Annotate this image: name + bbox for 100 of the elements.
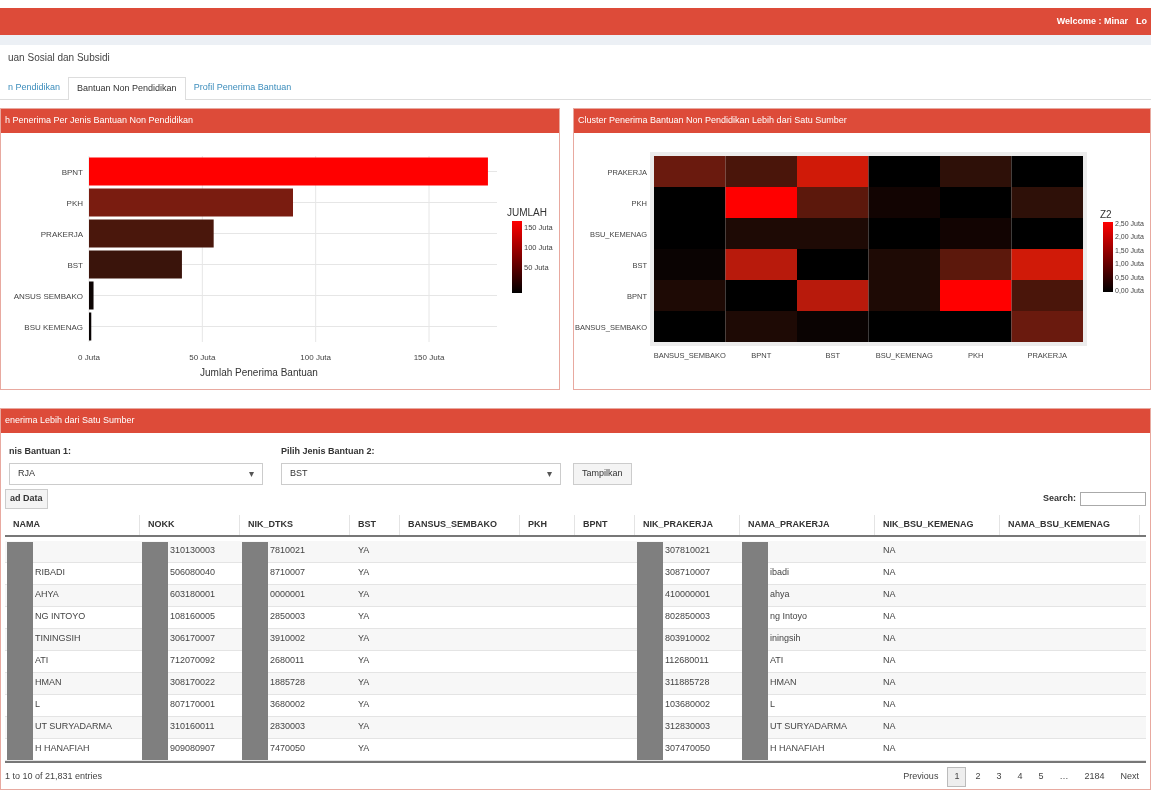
table-cell: 712070092: [170, 654, 216, 668]
column-header[interactable]: BPNT: [575, 514, 635, 535]
legend-color-bar: [512, 221, 522, 293]
table-cell: UT SURYADARMA: [770, 720, 847, 734]
table-cell: NG INTOYO: [35, 610, 86, 624]
table-cell: YA: [358, 566, 370, 580]
search-field[interactable]: [1080, 491, 1146, 506]
column-header[interactable]: NOKK: [140, 514, 240, 535]
pagination-button[interactable]: 1: [947, 766, 967, 787]
table-cell: UT SURYADARMA: [35, 720, 112, 734]
field-label: Pilih Jenis Bantuan 2:: [281, 445, 376, 458]
table-cell: NA: [883, 698, 896, 712]
table-cell: HMAN: [35, 676, 62, 690]
legend-title: Z2: [1100, 209, 1112, 220]
column-header[interactable]: NIK_PRAKERJA: [635, 514, 740, 535]
table-cell: NA: [883, 566, 896, 580]
tab[interactable]: Profil Penerima Bantuan: [185, 76, 300, 99]
field-label: nis Bantuan 1:: [9, 445, 72, 458]
pagination-button[interactable]: 5: [1031, 766, 1051, 787]
download-button[interactable]: ad Data: [5, 488, 48, 509]
pagination-button[interactable]: 3: [989, 766, 1009, 787]
table-cell: 308170022: [170, 676, 216, 690]
table-cell: 307470050: [665, 742, 711, 756]
table-cell: 108160005: [170, 610, 216, 624]
column-header[interactable]: NIK_BSU_KEMENAG: [875, 514, 1000, 535]
column-header[interactable]: BST: [350, 514, 400, 535]
table-cell: H HANAFIAH: [35, 742, 90, 756]
table-cell: 312830003: [665, 720, 711, 734]
tab[interactable]: Bantuan Non Pendidikan: [68, 77, 186, 100]
search-label: Search:: [1042, 491, 1076, 505]
table-cell: YA: [358, 742, 370, 756]
column-header[interactable]: NAMA_BSU_KEMENAG: [1000, 514, 1140, 535]
table-cell: YA: [358, 610, 370, 624]
y-axis-label: BSU KEMENAG: [24, 322, 83, 332]
table-cell: YA: [358, 632, 370, 646]
table-cell: H HANAFIAH: [770, 742, 825, 756]
table-cell: YA: [358, 698, 370, 712]
table-cell: 7810021: [270, 544, 306, 558]
pagination-button[interactable]: …: [1052, 766, 1076, 787]
table-cell: YA: [358, 720, 370, 734]
table-cell: iningsih: [770, 632, 801, 646]
table-cell: 410000001: [665, 588, 711, 602]
table-cell: YA: [358, 588, 370, 602]
y-axis-label: BST: [67, 260, 83, 270]
select-field[interactable]: RJA ▾: [9, 462, 263, 485]
table-cell: NA: [883, 632, 896, 646]
table-cell: 3680002: [270, 698, 306, 712]
x-tick-label: 100 Juta: [300, 353, 331, 362]
table-cell: 807170001: [170, 698, 216, 712]
table-cell: 0000001: [270, 588, 306, 602]
table-cell: NA: [883, 588, 896, 602]
table-cell: 803910002: [665, 632, 711, 646]
table-info: 1 to 10 of 21,831 entries: [5, 769, 103, 783]
logout-link[interactable]: Lo: [1136, 14, 1147, 29]
table-cell: NA: [883, 610, 896, 624]
table-cell: 603180001: [170, 588, 216, 602]
column-header[interactable]: NIK_DTKS: [240, 514, 350, 535]
x-tick-label: 0 Juta: [78, 353, 100, 362]
column-header[interactable]: NAMA: [5, 514, 140, 535]
pagination-button[interactable]: 4: [1010, 766, 1030, 787]
column-header[interactable]: BANSUS_SEMBAKO: [400, 514, 520, 535]
table-cell: RIBADI: [35, 566, 65, 580]
y-axis-label: ANSUS SEMBAKO: [13, 291, 83, 301]
table-cell: 3910002: [270, 632, 306, 646]
column-header[interactable]: PKH: [520, 514, 575, 535]
table-cell: 310130003: [170, 544, 216, 558]
pagination-button[interactable]: Previous: [896, 766, 946, 787]
table-cell: YA: [358, 676, 370, 690]
table-cell: NA: [883, 742, 896, 756]
welcome-text: Welcome : Minar: [1056, 14, 1128, 28]
tab[interactable]: n Pendidikan: [0, 76, 69, 99]
table-cell: 112680011: [665, 654, 709, 668]
table-cell: ATI: [35, 654, 49, 668]
table-cell: NA: [883, 720, 896, 734]
table-cell: 310160011: [170, 720, 215, 734]
table-cell: 802850003: [665, 610, 711, 624]
bar: [89, 281, 94, 310]
caret-icon: ▾: [249, 466, 254, 481]
bar: [89, 312, 92, 341]
show-button[interactable]: Tampilkan: [573, 462, 632, 485]
table-cell: 1885728: [270, 676, 306, 690]
table-cell: YA: [358, 654, 370, 668]
table-cell: ahya: [770, 588, 790, 602]
pagination-button[interactable]: 2184: [1077, 766, 1112, 787]
table-cell: AHYA: [35, 588, 59, 602]
table-cell: 2680011: [270, 654, 305, 668]
table-cell: NA: [883, 544, 896, 558]
table-cell: 311885728: [665, 676, 710, 690]
x-axis-title: Jumlah Penerima Bantuan: [200, 367, 318, 378]
table-cell: ATI: [770, 654, 784, 668]
select-field[interactable]: BST ▾: [281, 462, 561, 485]
table-cell: ibadi: [770, 566, 789, 580]
panel-title: Cluster Penerima Bantuan Non Pendidikan Lebih dari Satu Sumber: [578, 114, 847, 128]
pagination-button[interactable]: Next: [1113, 766, 1146, 787]
table-cell: YA: [358, 544, 370, 558]
pagination-button[interactable]: 2: [968, 766, 988, 787]
table-cell: 103680002: [665, 698, 711, 712]
column-header[interactable]: NAMA_PRAKERJA: [740, 514, 875, 535]
table-cell: 2850003: [270, 610, 306, 624]
y-axis-label: PRAKERJA: [40, 229, 83, 239]
